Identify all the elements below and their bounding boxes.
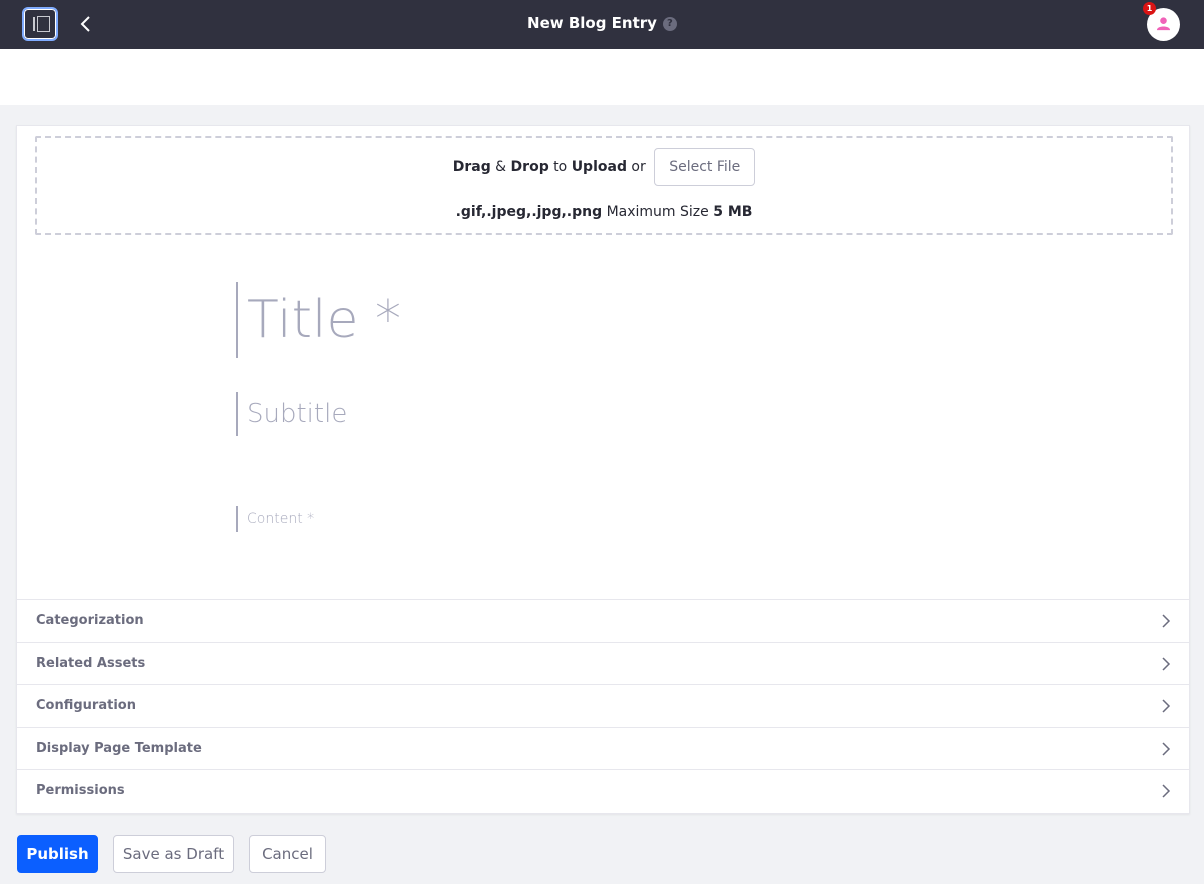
page-title-text: New Blog Entry bbox=[527, 14, 657, 32]
select-file-button[interactable]: Select File bbox=[654, 148, 756, 186]
chevron-right-icon bbox=[1162, 614, 1171, 628]
chevron-right-icon bbox=[1162, 657, 1171, 671]
chevron-right-icon bbox=[1162, 742, 1171, 756]
top-navigation-bar: New Blog Entry? 1 bbox=[0, 0, 1204, 49]
panel-configuration[interactable]: Configuration bbox=[17, 684, 1189, 727]
panel-related-assets[interactable]: Related Assets bbox=[17, 642, 1189, 685]
subtitle-input[interactable]: Subtitle bbox=[236, 392, 347, 436]
blog-entry-form: Drag & Drop to Upload or Select File .gi… bbox=[16, 125, 1190, 814]
dropzone-file-requirements: .gif,.jpeg,.jpg,.png Maximum Size 5 MB bbox=[455, 204, 753, 220]
page-header-area bbox=[0, 49, 1204, 105]
panel-label: Related Assets bbox=[36, 656, 146, 671]
publish-button[interactable]: Publish bbox=[17, 835, 98, 873]
chevron-right-icon bbox=[1162, 699, 1171, 713]
cancel-button[interactable]: Cancel bbox=[249, 835, 326, 873]
panel-categorization[interactable]: Categorization bbox=[17, 599, 1189, 642]
save-as-draft-button[interactable]: Save as Draft bbox=[113, 835, 234, 873]
panel-label: Display Page Template bbox=[36, 741, 202, 756]
user-icon bbox=[1156, 17, 1171, 31]
panel-display-page-template[interactable]: Display Page Template bbox=[17, 727, 1189, 770]
notification-badge: 1 bbox=[1143, 2, 1156, 15]
cover-image-dropzone[interactable]: Drag & Drop to Upload or Select File .gi… bbox=[35, 136, 1173, 235]
panel-permissions[interactable]: Permissions bbox=[17, 769, 1189, 812]
page-title: New Blog Entry? bbox=[0, 14, 1204, 32]
chevron-right-icon bbox=[1162, 784, 1171, 798]
panel-label: Configuration bbox=[36, 698, 136, 713]
panel-label: Categorization bbox=[36, 613, 144, 628]
panel-label: Permissions bbox=[36, 783, 125, 798]
question-circle-icon[interactable]: ? bbox=[662, 16, 677, 31]
content-editor[interactable]: Content * bbox=[236, 506, 314, 532]
title-input[interactable]: Title * bbox=[236, 282, 401, 358]
dropzone-instructions: Drag & Drop to Upload or Select File bbox=[37, 148, 1171, 186]
